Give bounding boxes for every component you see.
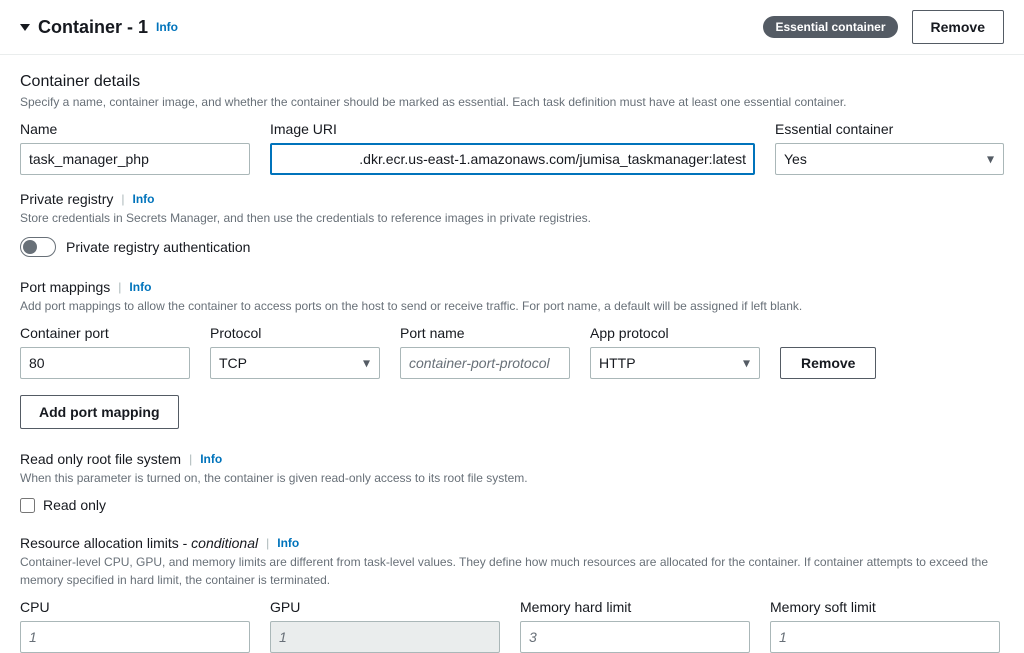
rofs-desc: When this parameter is turned on, the co…: [20, 469, 1004, 487]
protocol-select[interactable]: TCP: [210, 347, 380, 379]
private-registry-auth-toggle[interactable]: [20, 237, 56, 257]
private-registry-desc: Store credentials in Secrets Manager, an…: [20, 209, 1004, 227]
private-registry-title: Private registry: [20, 191, 113, 207]
container-title: Container - 1: [38, 17, 148, 38]
read-only-checkbox[interactable]: [20, 498, 35, 513]
container-name-input[interactable]: [20, 143, 250, 175]
rofs-title: Read only root file system: [20, 451, 181, 467]
separator: |: [262, 536, 273, 550]
image-uri-input[interactable]: [270, 143, 755, 175]
resources-info-link[interactable]: Info: [277, 536, 299, 550]
collapse-caret-icon[interactable]: [20, 24, 30, 31]
mem-hard-input[interactable]: [520, 621, 750, 653]
resources-title: Resource allocation limits - conditional: [20, 535, 258, 551]
mem-soft-label: Memory soft limit: [770, 599, 1000, 615]
gpu-input: [270, 621, 500, 653]
resources-desc: Container-level CPU, GPU, and memory lim…: [20, 553, 1004, 589]
image-uri-label: Image URI: [270, 121, 755, 137]
gpu-label: GPU: [270, 599, 500, 615]
remove-port-button[interactable]: Remove: [780, 347, 876, 379]
container-port-label: Container port: [20, 325, 190, 341]
container-details-desc: Specify a name, container image, and whe…: [20, 93, 1004, 111]
app-protocol-select[interactable]: HTTP: [590, 347, 760, 379]
add-port-mapping-button[interactable]: Add port mapping: [20, 395, 179, 429]
read-only-label: Read only: [43, 497, 106, 513]
mem-hard-label: Memory hard limit: [520, 599, 750, 615]
port-name-label: Port name: [400, 325, 570, 341]
private-registry-info-link[interactable]: Info: [132, 192, 154, 206]
cpu-label: CPU: [20, 599, 250, 615]
cpu-input[interactable]: [20, 621, 250, 653]
separator: |: [114, 280, 125, 294]
essential-container-select[interactable]: Yes: [775, 143, 1004, 175]
essential-container-badge: Essential container: [763, 16, 897, 38]
mem-soft-input[interactable]: [770, 621, 1000, 653]
app-protocol-label: App protocol: [590, 325, 760, 341]
essential-select-wrap: Yes ▾: [775, 143, 1004, 175]
port-mappings-desc: Add port mappings to allow the container…: [20, 297, 1004, 315]
container-info-link[interactable]: Info: [156, 20, 178, 34]
remove-container-button[interactable]: Remove: [912, 10, 1004, 44]
container-panel-header: Container - 1 Info Essential container R…: [0, 0, 1024, 55]
essential-label: Essential container: [775, 121, 1004, 137]
private-registry-toggle-label: Private registry authentication: [66, 239, 250, 255]
protocol-label: Protocol: [210, 325, 380, 341]
port-mappings-title: Port mappings: [20, 279, 110, 295]
port-name-input[interactable]: [400, 347, 570, 379]
separator: |: [185, 452, 196, 466]
container-port-input[interactable]: [20, 347, 190, 379]
port-mappings-info-link[interactable]: Info: [129, 280, 151, 294]
container-details-title: Container details: [20, 73, 1004, 91]
separator: |: [117, 192, 128, 206]
name-label: Name: [20, 121, 250, 137]
rofs-info-link[interactable]: Info: [200, 452, 222, 466]
